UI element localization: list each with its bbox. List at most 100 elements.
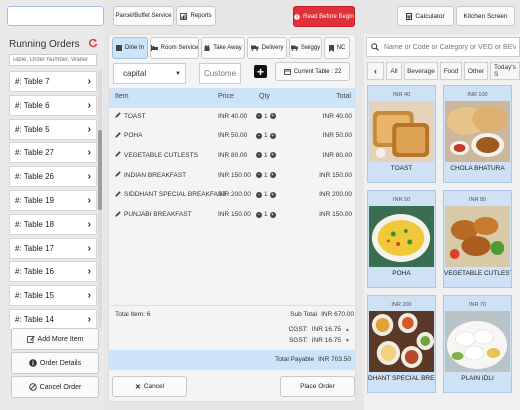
product-card[interactable]: INR 40 TOAST — [367, 85, 436, 183]
category-beverage[interactable]: Beverage — [404, 62, 438, 80]
product-name: DHANT SPECIAL BREAKF — [368, 375, 435, 382]
running-orders-title: Running Orders — [9, 39, 80, 50]
reports-button[interactable]: Reports — [176, 6, 216, 26]
category-todays-special[interactable]: Today's S — [490, 62, 520, 80]
table-list-item[interactable]: #: Table 27 › — [9, 142, 97, 164]
calculator-button[interactable]: Calculator — [397, 6, 454, 26]
tab-nc[interactable]: NC — [324, 37, 350, 59]
pencil-icon[interactable] — [115, 191, 121, 199]
tab-room-service[interactable]: Room Service — [150, 37, 199, 59]
qty-increase-button[interactable]: + — [269, 132, 276, 139]
order-item-qty: 1 — [264, 151, 268, 159]
table-list-item[interactable]: #: Table 7 › — [9, 71, 97, 92]
chevron-right-icon: › — [87, 171, 91, 183]
tab-swiggy[interactable]: Swiggy — [289, 37, 322, 59]
add-customer-button[interactable]: + — [254, 65, 267, 78]
tab-take-away-label: Take Away — [213, 45, 242, 51]
qty-increase-button[interactable]: + — [269, 172, 276, 179]
area-select[interactable]: capital ▼ — [113, 63, 186, 84]
cancel-order-label: Cancel Order — [39, 383, 82, 391]
menu-search-input[interactable] — [382, 42, 518, 52]
order-item-name-cell[interactable]: INDIAN BREAKFAST — [115, 171, 186, 179]
qty-decrease-button[interactable]: − — [256, 172, 262, 179]
product-card[interactable]: INR 100 CHOLA BHATURA — [443, 85, 512, 183]
qty-decrease-button[interactable]: − — [256, 132, 262, 139]
tab-dine-in[interactable]: Dine In — [112, 37, 148, 59]
product-card[interactable]: INR 200 DHANT SPECIAL BREAKF — [367, 295, 436, 393]
top-search-input[interactable] — [7, 6, 104, 26]
chevron-right-icon: › — [87, 266, 91, 278]
menu-search[interactable] — [366, 37, 520, 57]
product-card[interactable]: INR 70 PLAIN IDLI — [443, 295, 512, 393]
table-list-item[interactable]: #: Table 18 › — [9, 213, 97, 235]
cancel-label: Cancel — [143, 383, 165, 390]
refresh-icon[interactable] — [88, 38, 98, 48]
read-before-begin-button[interactable]: Read Before Begin — [293, 6, 355, 27]
qty-stepper: −1 + — [256, 211, 276, 218]
current-table-label: Current Table : 22 — [293, 68, 342, 75]
order-details-button[interactable]: Order Details — [11, 352, 99, 374]
category-other-label: Other — [467, 67, 485, 75]
table-list-item[interactable]: #: Table 19 › — [9, 190, 97, 211]
table-list-item[interactable]: #: Table 15 › — [9, 285, 97, 307]
qty-increase-button[interactable]: + — [269, 211, 276, 218]
category-food[interactable]: Food — [440, 62, 462, 80]
tab-delivery[interactable]: Delivery — [247, 37, 287, 59]
order-item-name: POHA — [124, 132, 143, 140]
product-price: INR 40 — [392, 92, 411, 98]
pencil-icon[interactable] — [115, 151, 121, 159]
category-all-label: All — [390, 67, 398, 75]
add-more-item-button[interactable]: Add More Item — [11, 328, 99, 350]
table-list-item[interactable]: #: Table 17 › — [9, 237, 97, 259]
table-search-input[interactable] — [9, 54, 97, 66]
pencil-icon[interactable] — [115, 131, 121, 140]
kitchen-screen-label: Kitchen Screen — [463, 12, 508, 20]
order-item-name-cell[interactable]: TOAST — [115, 112, 146, 120]
category-all[interactable]: All — [386, 62, 402, 80]
table-list-item[interactable]: #: Table 16 › — [9, 261, 97, 283]
product-card[interactable]: INR 80 VEGETABLE CUTLESTS — [443, 190, 512, 288]
left-scrollbar[interactable] — [98, 70, 102, 328]
cancel-order-button[interactable]: Cancel Order — [11, 376, 99, 398]
total-items: Total Item: 6 — [115, 311, 151, 318]
search-icon — [371, 43, 379, 51]
qty-increase-button[interactable]: + — [269, 152, 276, 159]
table-list-item[interactable]: #: Table 14 › — [9, 309, 97, 330]
left-scrollbar-thumb[interactable] — [98, 130, 102, 210]
qty-increase-button[interactable]: + — [269, 191, 276, 198]
caret-up-icon[interactable]: ▲ — [345, 327, 350, 333]
order-table-header: Item Price Qty Total — [109, 88, 355, 108]
pencil-icon[interactable] — [115, 210, 121, 219]
place-order-button[interactable]: Place Order — [280, 376, 355, 397]
table-list-item[interactable]: #: Table 5 › — [9, 118, 97, 140]
caret-down-icon[interactable]: ▼ — [345, 338, 350, 344]
table-list-item[interactable]: #: Table 6 › — [9, 94, 97, 116]
chevron-right-icon: › — [87, 195, 91, 206]
product-price: INR 200 — [391, 302, 412, 308]
pencil-icon[interactable] — [115, 171, 121, 179]
order-item-name-cell[interactable]: POHA — [115, 131, 143, 140]
category-other[interactable]: Other — [464, 62, 488, 80]
qty-decrease-button[interactable]: − — [256, 191, 262, 198]
category-prev-button[interactable]: ‹ — [367, 62, 384, 80]
current-table-button[interactable]: Current Table : 22 — [275, 62, 350, 81]
order-item-price: INR 200.00 — [218, 191, 251, 199]
table-list-item[interactable]: #: Table 26 › — [9, 166, 97, 188]
qty-increase-button[interactable]: + — [269, 113, 276, 119]
qty-decrease-button[interactable]: − — [256, 113, 262, 119]
order-item-name-cell[interactable]: VEGETABLE CUTLESTS — [115, 151, 198, 159]
qty-decrease-button[interactable]: − — [256, 152, 262, 159]
order-item-name-cell[interactable]: SIDDHANT SPECIAL BREAKFAST — [115, 191, 226, 199]
parcel-buffet-button[interactable]: Parcel/Buffet Service — [113, 6, 174, 26]
sub-total-value: INR 670.00 — [321, 311, 354, 318]
tab-take-away[interactable]: Take Away — [201, 37, 245, 59]
cancel-button[interactable]: ✕ Cancel — [112, 376, 187, 397]
product-card[interactable]: INR 50 POHA — [367, 190, 436, 288]
kitchen-screen-button[interactable]: Kitchen Screen — [456, 6, 515, 26]
qty-decrease-button[interactable]: − — [256, 211, 262, 218]
customer-input[interactable] — [199, 63, 241, 84]
header-item: Item — [115, 93, 129, 100]
cgst: CGST: INR 16.75 ▲ — [289, 326, 350, 333]
order-item-name-cell[interactable]: PUNJABI BREAKFAST — [115, 210, 192, 219]
pencil-icon[interactable] — [115, 112, 121, 120]
